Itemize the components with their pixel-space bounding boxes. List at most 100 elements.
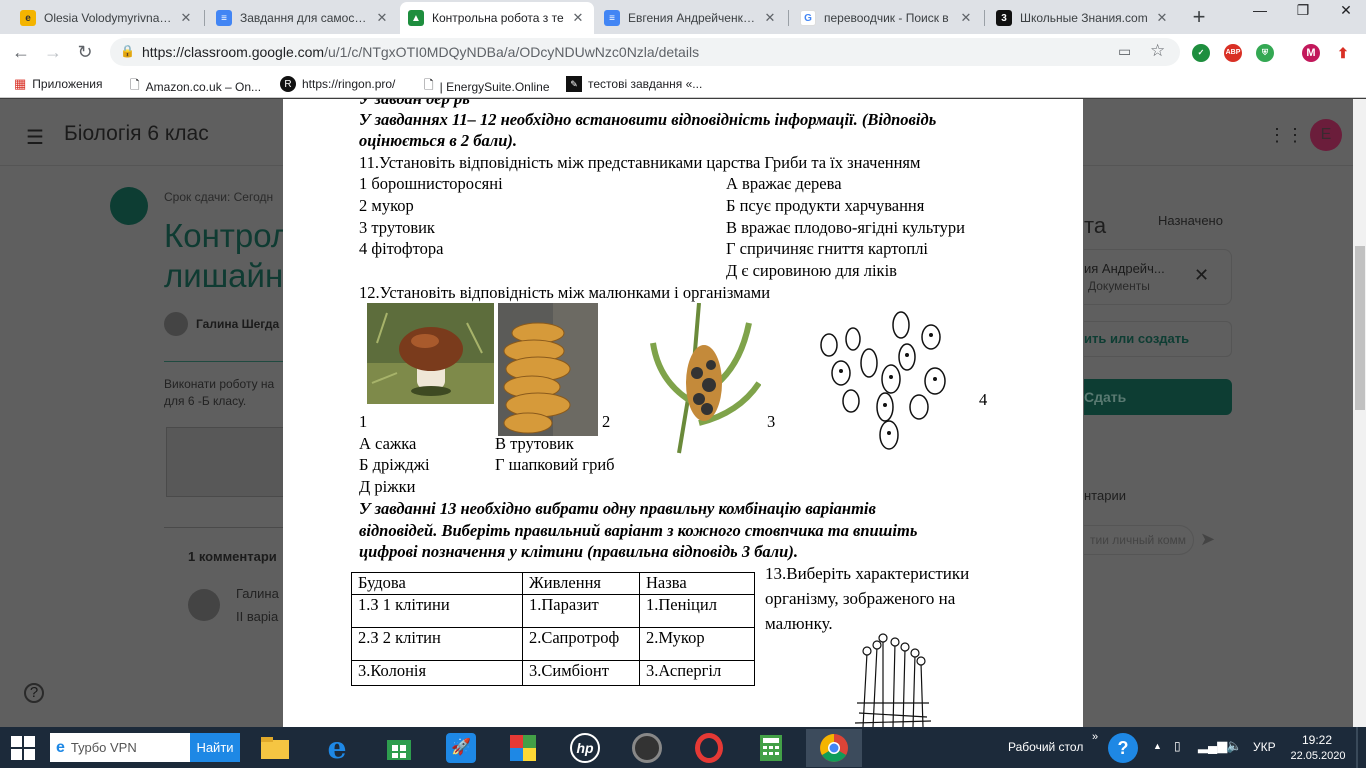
bookmark-energysuite[interactable]: 🗋 | EnergySuite.Online bbox=[424, 76, 550, 97]
chevron-icon[interactable]: » bbox=[1092, 731, 1098, 743]
media-app-icon[interactable] bbox=[625, 729, 669, 767]
maximize-button[interactable]: ❐ bbox=[1283, 0, 1323, 22]
update-icon[interactable]: ⬆ bbox=[1334, 44, 1352, 62]
chrome-icon[interactable] bbox=[806, 729, 862, 767]
bookmark-ringon[interactable]: Rhttps://ringon.pro/ bbox=[280, 76, 395, 92]
bookmark-label: Amazon.co.uk – On... bbox=[145, 79, 262, 94]
reload-icon[interactable]: ↻ bbox=[72, 40, 98, 64]
attachment-card[interactable] bbox=[1084, 249, 1232, 305]
tab-zavdannia[interactable]: ≡ Завдання для самостійн ✕ bbox=[208, 2, 398, 34]
fungal-hyphae-drawing bbox=[811, 303, 961, 455]
language-indicator[interactable]: УКР bbox=[1253, 740, 1276, 754]
picture-number: 3 bbox=[767, 412, 776, 431]
check-extension-icon[interactable]: ✓ bbox=[1192, 44, 1210, 62]
internet-explorer-icon[interactable]: e bbox=[315, 729, 359, 767]
table-cell: 3.Симбіонт bbox=[522, 660, 640, 686]
close-icon[interactable]: ✕ bbox=[1154, 10, 1170, 26]
new-tab-button[interactable]: + bbox=[1186, 4, 1212, 30]
q11-right-item: Д є сировиною для ліків bbox=[726, 261, 897, 280]
user-avatar[interactable]: Е bbox=[1310, 119, 1342, 151]
help-icon[interactable]: ? bbox=[24, 683, 44, 703]
bookmark-label: тестові завдання «... bbox=[588, 77, 703, 91]
close-icon[interactable]: ✕ bbox=[178, 10, 194, 26]
usb-icon[interactable]: ▯ bbox=[1174, 739, 1181, 753]
bookmark-tests[interactable]: ✎ тестові завдання «... bbox=[566, 76, 702, 92]
table-header: Будова bbox=[351, 572, 523, 595]
forward-icon[interactable]: → bbox=[40, 40, 66, 64]
comments-count[interactable]: 1 комментари bbox=[188, 549, 277, 564]
help-icon[interactable]: ? bbox=[1108, 733, 1138, 763]
course-title[interactable]: Біологія 6 клас bbox=[64, 122, 209, 146]
page-scrollbar[interactable] bbox=[1353, 99, 1366, 727]
commenter-avatar bbox=[188, 589, 220, 621]
windows-start-icon[interactable] bbox=[10, 735, 36, 761]
submit-label: Сдать bbox=[1084, 389, 1127, 405]
close-icon[interactable]: ✕ bbox=[374, 10, 390, 26]
tab-kontrolna[interactable]: ▲ Контрольна робота з те ✕ bbox=[400, 2, 594, 34]
send-icon[interactable]: ➤ bbox=[1200, 529, 1215, 550]
shield-icon[interactable]: ⛨ bbox=[1256, 44, 1274, 62]
close-icon[interactable]: ✕ bbox=[958, 10, 974, 26]
tab-divider bbox=[204, 10, 205, 26]
url-text[interactable]: https://classroom.google.com/u/1/c/NTgxO… bbox=[142, 44, 699, 60]
bookmark-amazon[interactable]: 🗋 Amazon.co.uk – On... bbox=[130, 76, 261, 97]
remove-attachment-icon[interactable]: ✕ bbox=[1194, 265, 1209, 286]
taskbar-search-input[interactable]: e Турбо VPN bbox=[50, 733, 190, 762]
description: Виконати роботу на bbox=[164, 377, 275, 391]
mucor-drawing bbox=[854, 633, 932, 727]
q11-right-item: А вражає дерева bbox=[726, 174, 842, 193]
clock-date[interactable]: 22.05.2020 bbox=[1288, 750, 1348, 762]
table-header: Назва bbox=[639, 572, 755, 595]
store-icon[interactable] bbox=[377, 729, 421, 767]
picture-number: 4 bbox=[979, 390, 988, 409]
description-cont: для 6 -Б класу. bbox=[164, 394, 247, 408]
calculator-icon[interactable] bbox=[749, 729, 793, 767]
bookmark-star-icon[interactable]: ☆ bbox=[1150, 41, 1165, 61]
desktop-toolbar-label[interactable]: Рабочий стол bbox=[1008, 740, 1083, 754]
show-desktop-button[interactable] bbox=[1356, 727, 1358, 768]
cast-icon[interactable]: ▭ bbox=[1118, 43, 1131, 60]
q11-right-item: Б псує продукти харчування bbox=[726, 196, 925, 215]
minimize-button[interactable]: — bbox=[1240, 0, 1280, 22]
tab-znania[interactable]: 3 Школьные Знания.com ✕ bbox=[988, 2, 1178, 34]
cropped-line: У завдан дер рь bbox=[359, 99, 470, 109]
teacher-name: Галина Шегда bbox=[196, 317, 280, 331]
file-explorer-icon[interactable] bbox=[253, 729, 297, 767]
opera-icon[interactable] bbox=[687, 729, 731, 767]
question-13-cont: малюнку. bbox=[765, 614, 833, 633]
scrollbar-thumb[interactable] bbox=[1355, 246, 1365, 410]
back-icon[interactable]: ← bbox=[8, 40, 34, 64]
menu-icon[interactable]: ☰ bbox=[26, 125, 44, 150]
tab-evgenia[interactable]: ≡ Евгения Андрейченко - ✕ bbox=[596, 2, 786, 34]
bookmark-apps[interactable]: ▦ Приложения bbox=[14, 76, 103, 92]
tab-perevodchik[interactable]: G перевоодчик - Поиск в ✕ bbox=[792, 2, 982, 34]
q12-option: Г шапковий гриб bbox=[495, 455, 615, 474]
table-cell: 2.Мукор bbox=[639, 627, 755, 661]
due-date: Срок сдачи: Сегодн bbox=[164, 190, 274, 204]
profile-avatar[interactable]: M bbox=[1302, 44, 1320, 62]
signal-icon[interactable]: ▂▄▆ bbox=[1198, 738, 1227, 754]
add-create-label: ить или создать bbox=[1084, 331, 1190, 346]
instruction-11-12: У завданнях 11– 12 необхідно встановити … bbox=[359, 110, 937, 129]
clock-time[interactable]: 19:22 bbox=[1292, 733, 1342, 747]
tab-title: Евгения Андрейченко - bbox=[628, 11, 756, 25]
bookmark-icon: ✎ bbox=[566, 76, 582, 92]
taskbar-search-button[interactable]: Найти bbox=[190, 733, 240, 762]
q11-left-item: 3 трутовик bbox=[359, 218, 435, 237]
rocket-vpn-icon[interactable]: 🚀 bbox=[439, 729, 483, 767]
hp-icon[interactable]: hp bbox=[563, 729, 607, 767]
tray-up-arrow-icon[interactable]: ▲ bbox=[1153, 741, 1162, 751]
puzzle-app-icon[interactable] bbox=[501, 729, 545, 767]
google-icon: G bbox=[800, 10, 816, 26]
close-icon[interactable]: ✕ bbox=[570, 10, 586, 26]
commenter-name: Галина bbox=[236, 586, 279, 601]
adblock-icon[interactable]: ABP bbox=[1224, 44, 1242, 62]
volume-icon[interactable]: 🔈 bbox=[1226, 738, 1242, 754]
table-cell: 1.Пеніцил bbox=[639, 594, 755, 628]
table-cell: 3.Аспергіл bbox=[639, 660, 755, 686]
table-row: 2.З 2 клітин 2.Сапротроф 2.Мукор bbox=[351, 627, 755, 661]
close-icon[interactable]: ✕ bbox=[762, 10, 778, 26]
tab-olesia[interactable]: e Olesia Volodymyrivna | E ✕ bbox=[12, 2, 202, 34]
attachment-thumbnail[interactable] bbox=[166, 427, 284, 497]
close-window-button[interactable]: ✕ bbox=[1326, 0, 1366, 22]
